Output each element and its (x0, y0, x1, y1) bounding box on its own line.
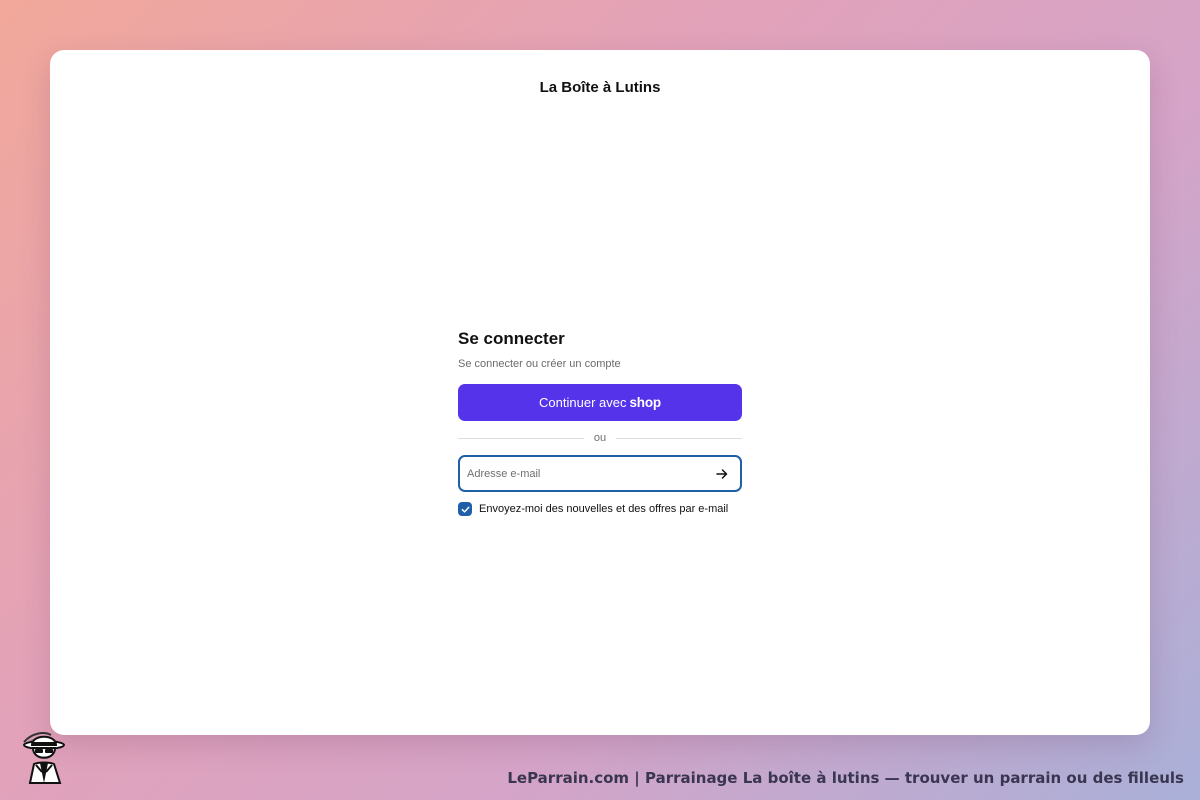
shop-name: La Boîte à Lutins (539, 79, 661, 96)
newsletter-opt-in[interactable]: Envoyez-moi des nouvelles et des offres … (458, 502, 742, 516)
login-subtitle: Se connecter ou créer un compte (458, 358, 621, 370)
login-card: La Boîte à Lutins Se connecter Se connec… (50, 50, 1150, 735)
arrow-right-icon[interactable] (712, 464, 732, 484)
shop-brand-logo: shop (629, 395, 662, 410)
continue-with-shop-button[interactable]: Continuer avec shop (458, 384, 742, 421)
checkmark-icon (461, 506, 469, 513)
login-form: Se connecter Se connecter ou créer un co… (458, 329, 742, 516)
or-divider: ou (458, 432, 742, 444)
shop-button-label: Continuer avec (539, 395, 627, 410)
footer-caption: LeParrain.com | Parrainage La boîte à lu… (507, 769, 1184, 787)
newsletter-label: Envoyez-moi des nouvelles et des offres … (479, 503, 729, 515)
email-input[interactable] (467, 467, 712, 480)
email-field-container (458, 455, 742, 492)
godfather-mascot-icon (18, 728, 72, 784)
divider-line-right (616, 437, 742, 439)
login-title: Se connecter (458, 329, 565, 348)
divider-label: ou (593, 432, 607, 444)
newsletter-checkbox[interactable] (458, 502, 472, 516)
divider-line-left (458, 437, 584, 439)
